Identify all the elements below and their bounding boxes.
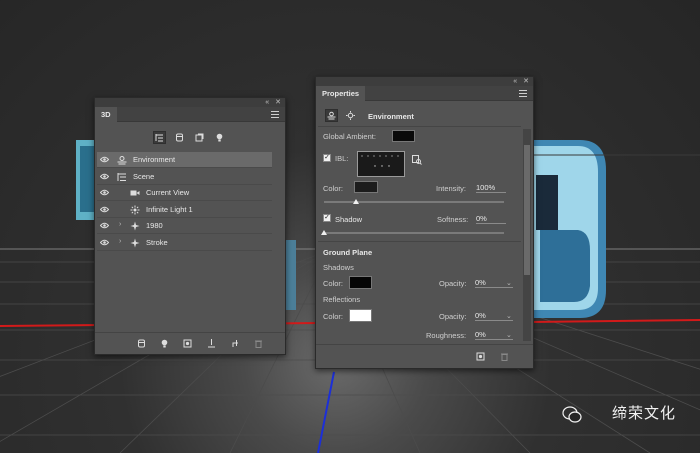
global-ambient-swatch[interactable] (392, 130, 415, 142)
visibility-eye-icon[interactable] (99, 239, 110, 246)
render-icon[interactable] (181, 337, 194, 350)
reflections-subtitle: Reflections (323, 295, 361, 304)
visibility-eye-icon[interactable] (99, 189, 110, 196)
shadows-subtitle: Shadows (323, 263, 354, 272)
add-constraint-icon[interactable] (229, 337, 242, 350)
visibility-eye-icon[interactable] (99, 156, 110, 163)
properties-panel: « ✕ Properties Environment Global Ambien… (315, 76, 534, 369)
layer-label: Stroke (146, 238, 168, 247)
ibl-checkbox[interactable]: ✓ (323, 154, 331, 162)
ibl-texture-preview[interactable] (357, 151, 405, 177)
tab-3d[interactable]: 3D (95, 107, 117, 122)
panel-topbar: « ✕ (316, 77, 533, 86)
z-axis-blue (317, 371, 335, 453)
x-axis-red-right (529, 319, 700, 323)
layer-label: Current View (146, 188, 190, 198)
panel-tabbar: Properties (316, 86, 533, 101)
softness-slider-thumb[interactable] (321, 230, 327, 235)
layer-row[interactable]: Infinite Light 1 (97, 202, 272, 218)
layer-label: Environment (133, 155, 176, 164)
expand-chevron-icon[interactable]: › (119, 238, 121, 245)
ibl-color-label: Color: (323, 184, 344, 193)
environment-icon[interactable] (325, 109, 338, 122)
collapse-button[interactable]: « (513, 77, 517, 86)
environment-light-icon[interactable] (344, 109, 357, 122)
visibility-eye-icon[interactable] (99, 206, 110, 213)
new-light-icon[interactable] (158, 337, 171, 350)
shadow-label: Shadow (335, 215, 363, 224)
panel-tabbar: 3D (95, 107, 285, 122)
scene-filter-icon[interactable] (153, 131, 166, 144)
delete-icon[interactable] (252, 337, 265, 350)
visibility-eye-icon[interactable] (99, 222, 110, 229)
layer-label: Infinite Light 1 (146, 204, 193, 214)
layer-label: 1980 (146, 221, 163, 231)
material-filter-icon[interactable] (193, 131, 206, 144)
intensity-field[interactable]: 100% (476, 183, 506, 193)
visibility-eye-icon[interactable] (99, 173, 110, 180)
layer-row[interactable]: › Stroke (97, 235, 272, 251)
chevron-down-icon[interactable]: ⌄ (506, 331, 512, 339)
divider (318, 241, 521, 242)
intensity-slider-thumb[interactable] (353, 199, 359, 204)
reflections-color-label: Color: (323, 312, 344, 321)
intensity-label: Intensity: (436, 184, 467, 193)
divider (318, 126, 521, 127)
edit-texture-icon[interactable] (410, 153, 423, 166)
expand-chevron-icon[interactable]: › (119, 221, 121, 228)
softness-field[interactable]: 0% (476, 214, 506, 224)
3d-text-right-letter (528, 140, 606, 318)
shadow-checkbox[interactable]: ✓ (323, 214, 331, 222)
layer-row[interactable]: Current View (97, 185, 272, 202)
shadows-color-swatch[interactable] (349, 276, 372, 289)
divider (316, 344, 533, 345)
chevron-down-icon[interactable]: ⌄ (506, 279, 512, 287)
panel-menu-icon[interactable] (519, 90, 527, 97)
scene-icon (117, 172, 127, 182)
panel-topbar: « ✕ (95, 98, 285, 107)
close-button[interactable]: ✕ (275, 98, 281, 107)
render-icon[interactable] (474, 350, 487, 363)
chevron-down-icon[interactable]: ⌄ (506, 312, 512, 320)
ibl-label: IBL: (335, 154, 349, 163)
reflections-color-swatch[interactable] (349, 309, 372, 322)
panel-footer (95, 332, 285, 354)
environment-icon (117, 155, 127, 165)
light-filter-icon[interactable] (213, 131, 226, 144)
section-title: Environment (368, 112, 414, 121)
new-mesh-icon[interactable] (135, 337, 148, 350)
wechat-logo-icon (562, 406, 582, 423)
camera-icon (130, 188, 140, 198)
ground-plane-title: Ground Plane (323, 248, 373, 257)
global-ambient-label: Global Ambient: (323, 132, 376, 141)
layer-label: Scene (133, 171, 155, 181)
layer-row[interactable]: › 1980 (97, 218, 272, 235)
mesh-icon (130, 221, 140, 231)
roughness-label: Roughness: (426, 331, 467, 340)
collapse-button[interactable]: « (265, 98, 269, 107)
tab-properties[interactable]: Properties (316, 86, 366, 101)
drop-to-plane-icon[interactable] (205, 337, 218, 350)
layer-row[interactable]: Scene (97, 169, 272, 185)
scrollbar[interactable] (523, 129, 531, 341)
close-button[interactable]: ✕ (523, 77, 529, 86)
reflections-opacity-label: Opacity: (439, 312, 467, 321)
3d-panel: « ✕ 3D Environment Scene Current View Infin… (94, 97, 286, 355)
shadows-color-label: Color: (323, 279, 344, 288)
panel-menu-icon[interactable] (271, 111, 279, 118)
mesh-icon (130, 238, 140, 248)
watermark-text: 缔荣文化 (611, 404, 676, 422)
light-icon (130, 205, 140, 215)
mesh-filter-icon[interactable] (173, 131, 186, 144)
scrollbar-thumb[interactable] (524, 145, 530, 275)
softness-slider-track[interactable] (324, 232, 504, 234)
shadows-opacity-label: Opacity: (439, 279, 467, 288)
softness-label: Softness: (437, 215, 469, 224)
intensity-slider-track[interactable] (324, 201, 504, 203)
delete-icon[interactable] (498, 350, 511, 363)
layer-row[interactable]: Environment (97, 152, 272, 168)
ibl-color-swatch[interactable] (354, 181, 378, 193)
